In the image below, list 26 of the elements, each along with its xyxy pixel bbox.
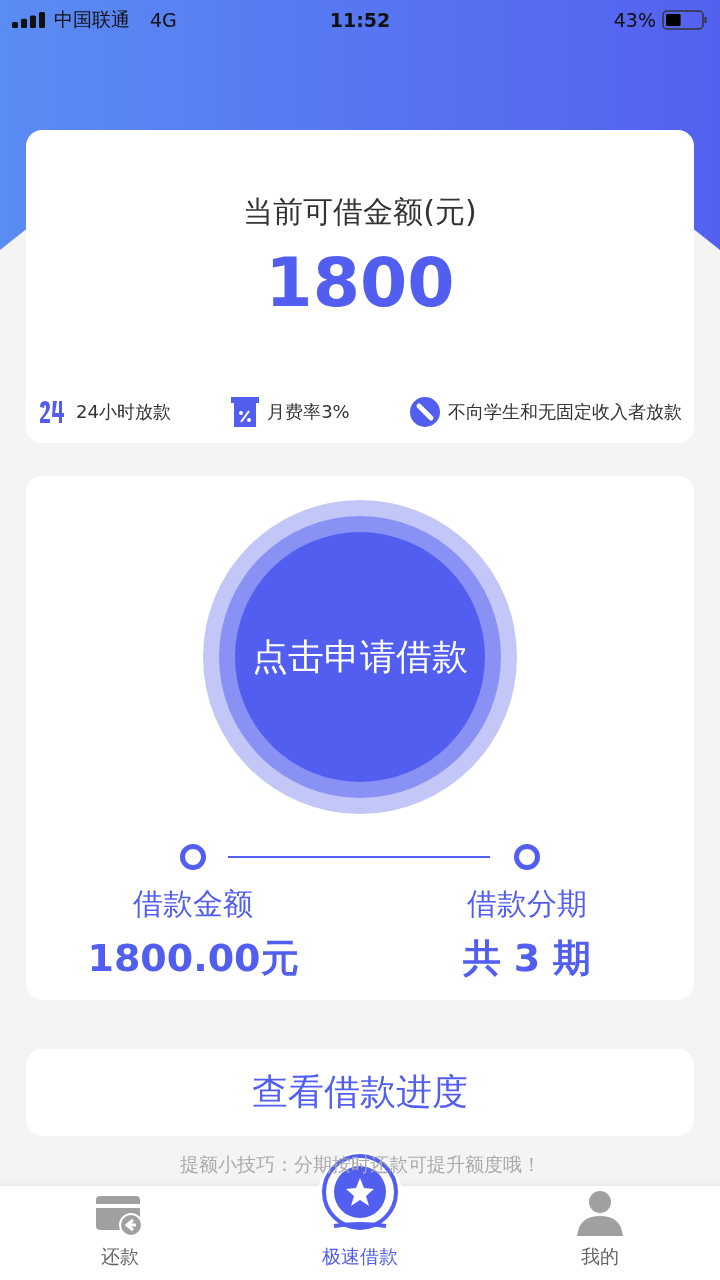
signal-icon [12,12,46,28]
clock-time: 11:52 [329,9,391,31]
quota-amount: 1800 [265,243,455,322]
battery-percent: 43% [613,9,656,31]
tab-item[interactable]: 我的 [480,1186,720,1280]
carrier-text: 中国联通 [54,7,130,32]
feature-text: 不向学生和无固定收入者放款 [448,400,682,424]
step-label: 借款分期 [467,885,587,923]
step-label: 借款金额 [133,885,253,923]
feature-text: 24小时放款 [76,400,171,424]
feature-text: 月费率3% [267,400,350,424]
person-icon [577,1190,623,1236]
prohibited-icon [410,397,440,427]
step-dot [514,844,540,870]
step-value: 1800.00元 [87,935,299,982]
step-dot [180,844,206,870]
tab-item[interactable]: 还款 [0,1186,240,1280]
network-text: 4G [150,9,177,31]
step-value: 共 3 期 [462,935,592,982]
battery-icon [662,10,708,30]
receipt-percent-icon [231,397,260,427]
tab-item[interactable]: 极速借款 [240,1186,480,1280]
apply-button[interactable]: 点击申请借款 [235,532,485,782]
quota-label: 当前可借金额(元) [243,193,477,231]
card-return-icon [96,1196,144,1236]
progress-button[interactable]: 查看借款进度 [26,1049,694,1136]
